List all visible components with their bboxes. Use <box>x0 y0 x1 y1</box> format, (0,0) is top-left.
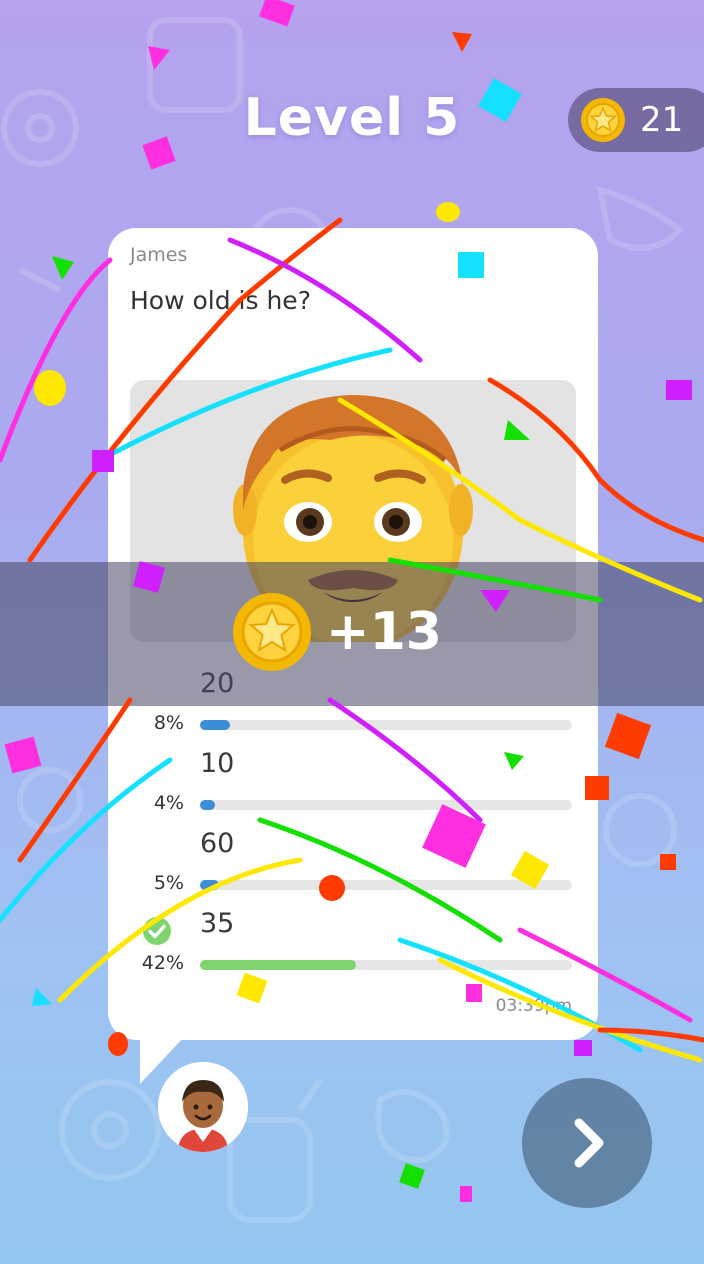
reward-banner: +13 <box>0 562 704 706</box>
option-percent: 42% <box>141 952 184 974</box>
option-percent: 4% <box>153 792 184 814</box>
coin-icon <box>581 98 625 142</box>
answer-option-correct[interactable]: 35 42% <box>108 908 598 988</box>
option-bar-fill <box>200 960 356 970</box>
answer-option[interactable]: 10 4% <box>108 748 598 828</box>
option-percent: 5% <box>153 872 184 894</box>
coin-icon <box>233 593 311 671</box>
option-bar-fill <box>200 800 215 810</box>
coin-balance: 21 <box>568 88 704 152</box>
option-bar-fill <box>200 880 219 890</box>
option-label: 10 <box>200 748 235 779</box>
option-bar-track <box>200 720 572 730</box>
option-bar-track <box>200 880 572 890</box>
message-timestamp: 03:39pm <box>495 996 572 1016</box>
reward-amount: +13 <box>326 602 442 662</box>
option-bar-fill <box>200 720 230 730</box>
option-bar-track <box>200 960 572 970</box>
check-icon <box>143 917 171 945</box>
next-button[interactable] <box>522 1078 652 1208</box>
option-label: 35 <box>200 908 235 939</box>
chevron-right-icon <box>574 1118 604 1168</box>
author-name: James <box>130 244 188 266</box>
avatar[interactable] <box>158 1062 248 1152</box>
avatar-boy-icon <box>158 1062 248 1152</box>
question-text: How old is he? <box>130 286 311 315</box>
option-label: 60 <box>200 828 235 859</box>
coin-count: 21 <box>640 100 684 140</box>
answer-option[interactable]: 60 5% <box>108 828 598 908</box>
option-percent: 8% <box>153 712 184 734</box>
option-bar-track <box>200 800 572 810</box>
